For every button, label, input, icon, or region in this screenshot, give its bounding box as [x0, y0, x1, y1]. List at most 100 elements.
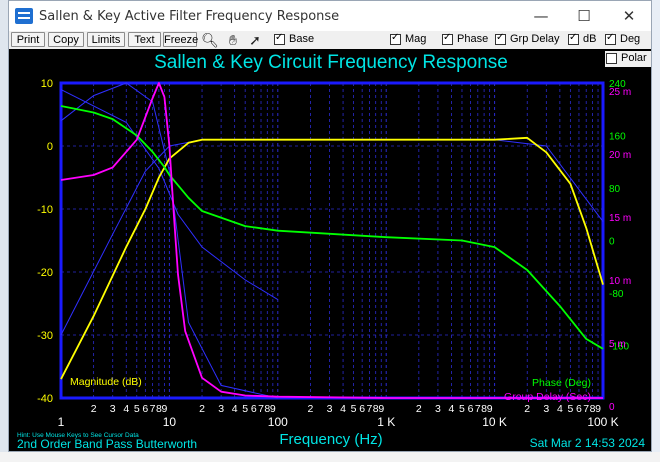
phase-tick-label: -80 — [609, 289, 624, 300]
pointer-icon[interactable]: ➚ — [246, 31, 264, 49]
x-minor-tick-label: 7 — [258, 403, 264, 415]
x-axis-label: Frequency (Hz) — [279, 431, 382, 448]
chart-grid — [61, 83, 603, 398]
group-delay-tick-label: 0 — [609, 402, 615, 413]
x-minor-tick-label: 6 — [359, 403, 365, 415]
limits-button[interactable]: Limits — [87, 32, 125, 47]
x-minor-tick-label: 7 — [583, 403, 589, 415]
chart-frame — [59, 81, 605, 400]
maximize-icon[interactable]: ☐ — [564, 5, 604, 27]
x-minor-tick-label: 7 — [366, 403, 372, 415]
base-checkbox[interactable] — [274, 32, 285, 45]
chart-series — [60, 82, 604, 399]
x-minor-tick-label: 6 — [576, 403, 582, 415]
phase-tick-label: 0 — [609, 237, 615, 248]
mag-checkbox-label: Mag — [405, 33, 427, 45]
phase-checkbox-label: Phase — [457, 33, 489, 45]
x-minor-tick-label: 9 — [487, 403, 493, 415]
x-minor-tick-label: 4 — [449, 403, 455, 415]
db-checkbox-label: dB — [583, 33, 597, 45]
x-major-tick-label: 100 K — [587, 415, 618, 429]
magnitude-tick-label: 0 — [47, 141, 53, 153]
x-minor-tick-label: 2 — [308, 403, 314, 415]
polar-option: Polar — [605, 51, 651, 67]
x-minor-tick-label: 2 — [199, 403, 205, 415]
window-title: Sallen & Key Active Filter Frequency Res… — [39, 9, 340, 24]
magnitude-tick-label: -20 — [37, 267, 53, 279]
x-minor-tick-label: 6 — [468, 403, 474, 415]
group-delay-tick-label: 25 m — [609, 87, 631, 98]
x-minor-tick-label: 7 — [150, 403, 156, 415]
x-minor-tick-label: 3 — [435, 403, 441, 415]
phase-line — [60, 105, 604, 350]
reference-magnitude-line — [60, 139, 604, 336]
group-delay-line — [60, 82, 603, 399]
magnitude-label: Magnitude (dB) — [70, 376, 142, 388]
x-minor-tick-label: 7 — [475, 403, 481, 415]
x-minor-tick-label: 4 — [557, 403, 563, 415]
x-minor-tick-label: 6 — [142, 403, 148, 415]
group-delay-tick-label: 20 m — [609, 150, 631, 161]
frequency-response-chart[interactable]: 100-10-20-30-40240160800-80-16025 m20 m1… — [9, 49, 651, 451]
x-minor-tick-label: 4 — [340, 403, 346, 415]
close-icon[interactable]: ✕ — [609, 5, 649, 27]
text-button[interactable]: Text — [128, 32, 161, 47]
polar-checkbox[interactable] — [606, 53, 617, 64]
x-major-tick-label: 1 — [58, 415, 65, 429]
x-major-tick-label: 10 K — [482, 415, 507, 429]
x-minor-tick-label: 2 — [91, 403, 97, 415]
group-delay-tick-label: 5 m — [609, 339, 626, 350]
x-minor-tick-label: 9 — [270, 403, 276, 415]
polar-checkbox-label: Polar — [621, 52, 647, 64]
grp-delay-checkbox[interactable] — [495, 32, 506, 45]
x-minor-tick-label: 3 — [110, 403, 116, 415]
group-delay-tick-label: 10 m — [609, 276, 631, 287]
filter-subtitle: 2nd Order Band Pass Butterworth — [17, 437, 197, 451]
app-icon — [15, 8, 33, 24]
print-button[interactable]: Print — [11, 32, 45, 47]
zoom-icon[interactable]: 🔍︎ — [201, 31, 219, 49]
group-delay-label: Group Delay (Sec) — [504, 391, 591, 403]
x-minor-tick-label: 3 — [543, 403, 549, 415]
x-minor-tick-label: 3 — [218, 403, 224, 415]
x-minor-tick-label: 5 — [459, 403, 465, 415]
filter-response-window: Sallen & Key Active Filter Frequency Res… — [8, 0, 652, 452]
base-checkbox-label: Base — [289, 33, 315, 45]
phase-tick-label: 80 — [609, 184, 621, 195]
x-minor-tick-label: 5 — [567, 403, 573, 415]
x-major-tick-label: 10 — [163, 415, 177, 429]
magnitude-tick-label: -40 — [37, 393, 53, 405]
magnitude-tick-label: 10 — [41, 78, 53, 90]
deg-checkbox[interactable] — [605, 32, 616, 45]
magnitude-tick-label: -10 — [37, 204, 53, 216]
reference-curves — [60, 82, 604, 399]
minimize-icon[interactable]: — — [521, 5, 561, 27]
copy-button[interactable]: Copy — [48, 32, 84, 47]
x-major-tick-label: 100 — [268, 415, 288, 429]
x-minor-tick-label: 6 — [251, 403, 257, 415]
magnitude-tick-label: -30 — [37, 330, 53, 342]
x-minor-tick-label: 5 — [351, 403, 357, 415]
x-minor-tick-label: 3 — [327, 403, 333, 415]
x-minor-tick-label: 2 — [416, 403, 422, 415]
x-minor-tick-label: 4 — [232, 403, 238, 415]
group-delay-tick-label: 15 m — [609, 213, 631, 224]
taskbar-strip — [0, 452, 660, 462]
x-major-tick-label: 1 K — [377, 415, 395, 429]
db-checkbox[interactable] — [568, 32, 579, 45]
phase-tick-label: 160 — [609, 132, 626, 143]
freeze-button[interactable]: Freeze — [163, 32, 198, 47]
x-minor-tick-label: 9 — [595, 403, 601, 415]
phase-checkbox[interactable] — [442, 32, 453, 45]
grp-delay-checkbox-label: Grp Delay — [510, 33, 560, 45]
x-minor-tick-label: 9 — [378, 403, 384, 415]
x-minor-tick-label: 9 — [162, 403, 168, 415]
timestamp: Sat Mar 2 14:53 2024 — [530, 436, 646, 450]
pan-hand-icon[interactable]: ✋︎ — [224, 31, 242, 49]
mag-checkbox[interactable] — [390, 32, 401, 45]
phase-label: Phase (Deg) — [532, 377, 591, 389]
chart-title: Sallen & Key Circuit Frequency Response — [154, 52, 508, 73]
title-bar[interactable]: Sallen & Key Active Filter Frequency Res… — [9, 1, 651, 31]
x-minor-tick-label: 2 — [524, 403, 530, 415]
x-minor-tick-label: 4 — [123, 403, 129, 415]
